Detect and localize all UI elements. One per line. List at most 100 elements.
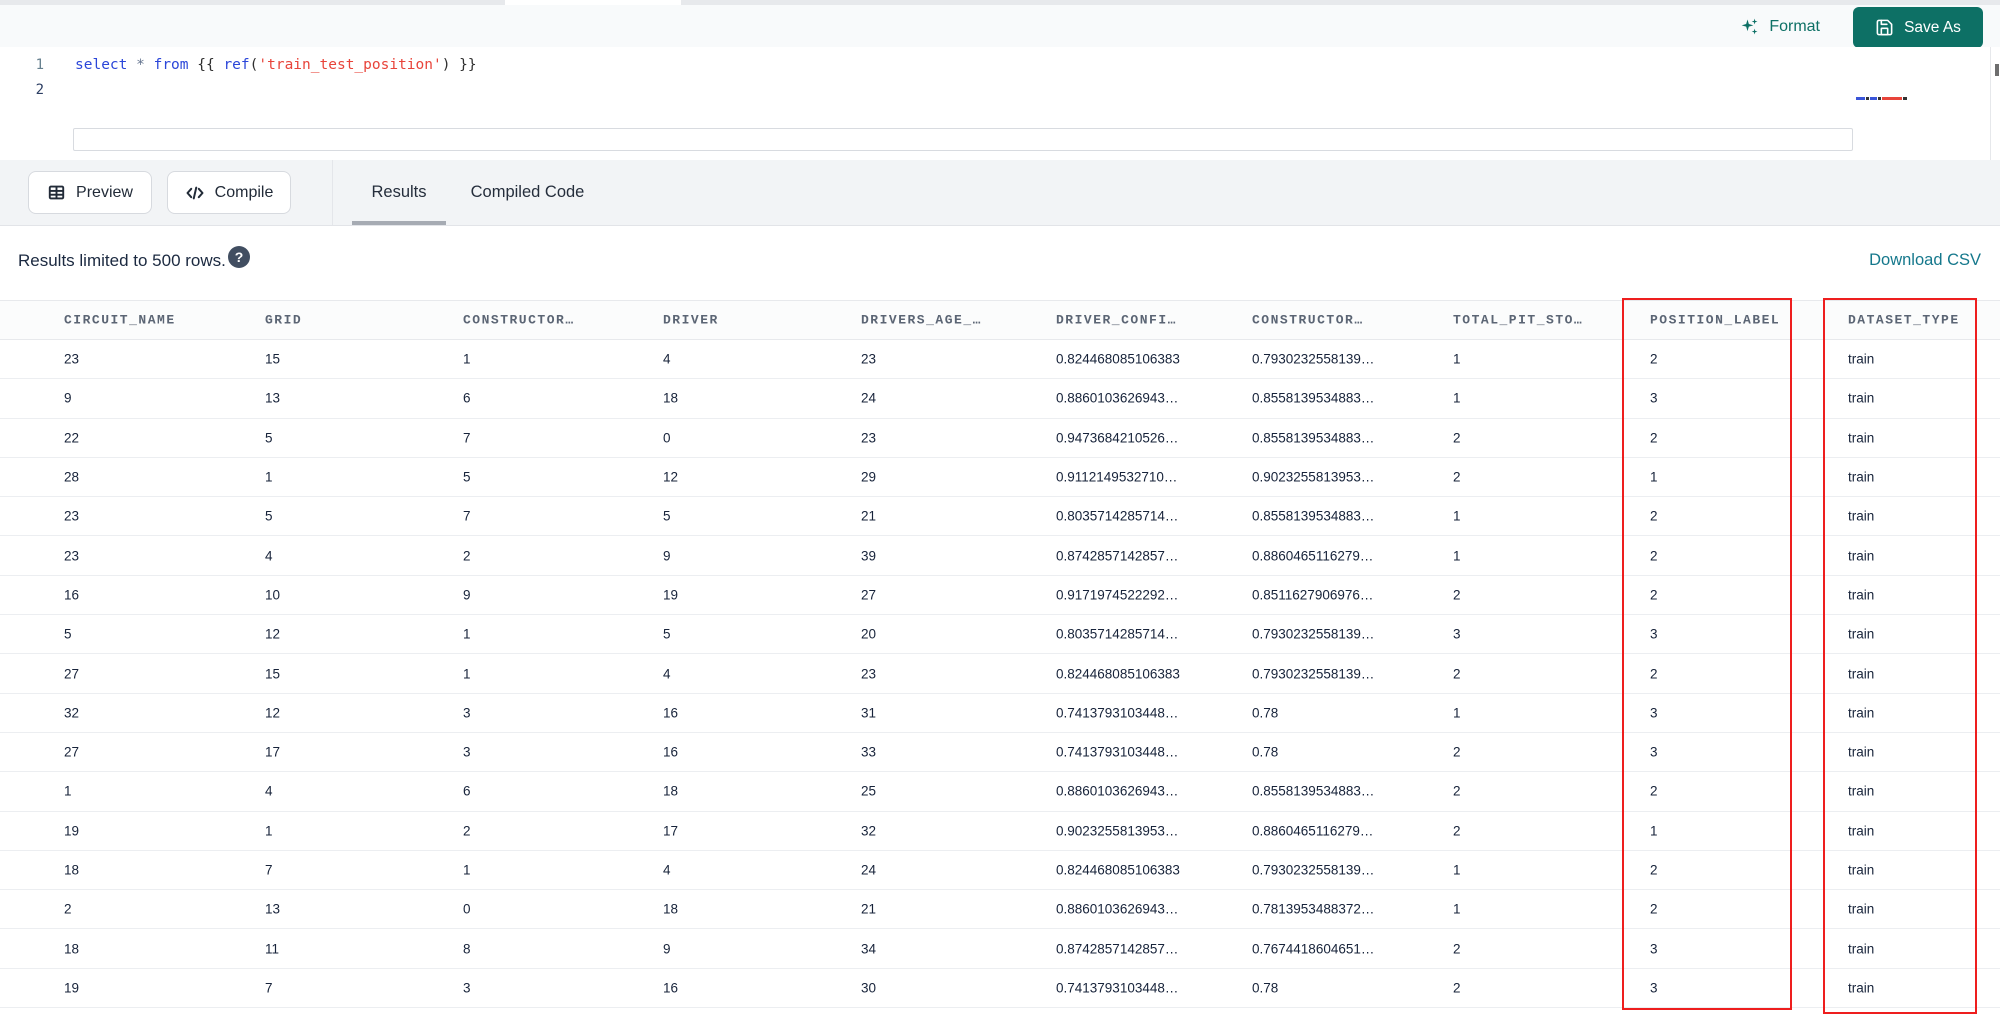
table-cell: 7 [463,508,471,524]
code-line[interactable]: 1 select * from {{ ref('train_test_positi… [0,52,1990,77]
table-cell: train [1848,980,1875,996]
table-cell: 1 [1453,705,1461,721]
table-cell: 2 [1650,783,1658,799]
table-cell: train [1848,941,1875,957]
table-cell: 23 [861,351,877,367]
save-as-button-label: Save As [1904,18,1961,36]
results-limit-text: Results limited to 500 rows. [18,251,226,270]
table-cell: 18 [64,862,80,878]
download-csv-link[interactable]: Download CSV [1869,251,1981,270]
table-cell: 10 [265,587,281,603]
table-row: 23 5 7 5 21 0.8035714285714… 0.8558139534883… 1… [0,497,2000,537]
table-cell: 0.7413793103448… [1056,744,1179,760]
table-cell: 3 [1650,980,1658,996]
table-cell: 2 [1453,980,1461,996]
minimap-code-line [1856,97,1988,100]
table-cell: 1 [265,823,273,839]
table-cell: 0.8558139534883… [1252,508,1375,524]
table-cell: 16 [64,587,80,603]
header-cell: DRIVER_CONFI… [1056,312,1177,328]
table-cell: 2 [1453,430,1461,446]
table-cell: 1 [1453,508,1461,524]
table-cell: train [1848,783,1875,799]
tab-results[interactable]: Results [352,160,446,225]
format-button[interactable]: Format [1740,14,1820,40]
table-cell: 23 [861,430,877,446]
table-cell: 15 [265,351,281,367]
table-cell: 1 [1453,548,1461,564]
table-cell: 2 [1453,587,1461,603]
table-cell: 1 [1453,390,1461,406]
table-cell: 3 [1650,390,1658,406]
table-row: 5 12 1 5 20 0.8035714285714… 0.7930232558139… 3… [0,615,2000,655]
table-cell: 5 [663,626,671,642]
table-cell: 8 [463,941,471,957]
table-cell: 5 [663,508,671,524]
table-cell: 0.78 [1252,980,1279,996]
table-cell: train [1848,469,1875,485]
table-cell: 23 [64,508,80,524]
table-cell: 5 [64,626,72,642]
table-cell: train [1848,901,1875,917]
table-cell: 27 [64,744,80,760]
table-cell: 3 [463,744,471,760]
table-cell: 2 [1453,941,1461,957]
table-cell: 0.8558139534883… [1252,783,1375,799]
table-cell: 4 [265,548,273,564]
sql-editor[interactable]: 1 select * from {{ ref('train_test_positi… [0,47,1999,160]
table-cell: train [1848,862,1875,878]
table-cell: train [1848,744,1875,760]
active-tab-underline [352,221,446,225]
tab-compiled-code-label: Compiled Code [470,183,585,201]
table-cell: 32 [64,705,80,721]
table-cell: train [1848,390,1875,406]
tab-compiled-code[interactable]: Compiled Code [460,160,595,225]
table-cell: train [1848,430,1875,446]
table-row: 18 7 1 4 24 0.824468085106383 0.7930232558139…… [0,850,2000,891]
table-row: 16 10 9 19 27 0.9171974522292… 0.8511627906976… [0,575,2000,616]
table-cell: train [1848,626,1875,642]
help-icon[interactable]: ? [228,246,250,268]
table-cell: 34 [861,941,877,957]
table-cell: 0.9171974522292… [1056,587,1179,603]
table-cell: 0.824468085106383 [1056,666,1180,682]
table-cell: 0.7930232558139… [1252,862,1375,878]
header-cell: TOTAL_PIT_STO… [1453,312,1584,328]
table-cell: 1 [265,469,273,485]
preview-button[interactable]: Preview [28,171,152,214]
tab-results-label: Results [371,183,427,201]
editor-scrollbar-thumb[interactable] [1995,64,1999,76]
table-row: 22 5 7 0 23 0.9473684210526… 0.8558139534883… 2… [0,418,2000,458]
table-cell: 4 [663,862,671,878]
table-cell: 28 [64,469,80,485]
header-cell: GRID [265,312,303,328]
table-cell: 0.824468085106383 [1056,351,1180,367]
table-cell: 3 [463,705,471,721]
table-cell: 22 [64,430,80,446]
table-cell: 3 [1650,626,1658,642]
table-cell: 0.8860465116279… [1252,548,1374,564]
table-cell: 0.7413793103448… [1056,980,1179,996]
table-cell: 0.8035714285714… [1056,508,1179,524]
table-cell: train [1848,705,1875,721]
save-as-button[interactable]: Save As [1853,7,1983,48]
table-cell: 21 [861,508,877,524]
header-cell: POSITION_LABEL [1650,312,1781,328]
table-cell: 0.8558139534883… [1252,390,1375,406]
table-cell: 0.9023255813953… [1252,469,1375,485]
table-cell: 21 [861,901,877,917]
table-cell: 2 [1650,351,1658,367]
table-cell: 27 [64,666,80,682]
code-line[interactable]: 2 [0,77,1990,102]
table-cell: 20 [861,626,877,642]
table-row: 18 11 8 9 34 0.8742857142857… 0.7674418604651…… [0,929,2000,969]
table-cell: 2 [1453,666,1461,682]
table-cell: 5 [265,508,273,524]
editor-minimap[interactable] [1856,97,1988,157]
table-cell: train [1848,508,1875,524]
table-row: 27 15 1 4 23 0.824468085106383 0.7930232558139… [0,654,2000,694]
table-cell: 0.78 [1252,705,1279,721]
table-cell: 39 [861,548,877,564]
compile-button[interactable]: Compile [167,171,291,214]
table-cell: 4 [265,783,273,799]
